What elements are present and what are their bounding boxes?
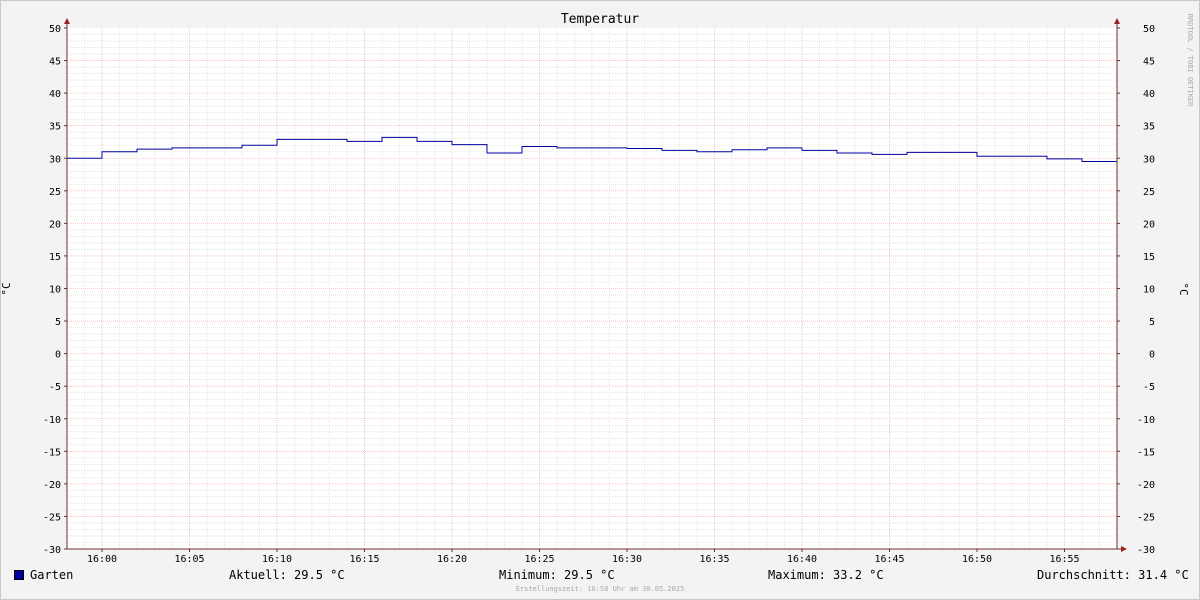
y-tick-label-right: -30: [1137, 545, 1155, 556]
y-tick-label-left: 50: [49, 24, 61, 35]
y-tick-label-left: 25: [49, 187, 61, 198]
y-tick-label-right: 30: [1143, 154, 1155, 165]
y-tick-label-right: 0: [1149, 350, 1155, 361]
y-tick-label-left: -30: [43, 545, 61, 556]
x-tick-label: 16:00: [87, 554, 117, 565]
x-tick-label: 16:10: [262, 554, 292, 565]
y-tick-label-right: 15: [1143, 252, 1155, 263]
temperature-chart: -30-25-20-15-10-505101520253035404550 -3…: [0, 12, 1194, 565]
y-tick-label-left: 35: [49, 122, 61, 133]
legend-maximum: Maximum: 33.2 °C: [768, 568, 884, 582]
x-tick-label: 16:15: [349, 554, 379, 565]
chart-title: Temperatur: [561, 12, 639, 27]
legend-average: Durchschnitt: 31.4 °C: [1037, 568, 1189, 582]
y-tick-label-right: 40: [1143, 89, 1155, 100]
legend-minimum: Minimum: 29.5 °C: [499, 568, 615, 582]
x-axis-ticks: 16:00 16:05 16:10 16:15 16:20 16:25 16:30 16:35…: [87, 549, 1080, 565]
y-tick-label-left: 30: [49, 154, 61, 165]
x-tick-label: 16:35: [699, 554, 729, 565]
y-tick-label-left: 5: [55, 317, 61, 328]
x-tick-label: 16:40: [787, 554, 817, 565]
y-tick-label-left: -5: [49, 382, 61, 393]
x-tick-label: 16:45: [874, 554, 904, 565]
legend-current: Aktuell: 29.5 °C: [229, 568, 345, 582]
y-tick-label-right: 50: [1143, 24, 1155, 35]
y-tick-label-left: 0: [55, 350, 61, 361]
y-tick-label-right: 25: [1143, 187, 1155, 198]
y-axis-left-ticks: -30 -25 -20 -15 -10 -5 0 5 10 15 20 25 30 35 40 45 50: [43, 24, 67, 556]
creation-time: Erstellungszeit: 16:58 Uhr am 30.05.2025: [515, 585, 685, 593]
y-tick-label-right: -20: [1137, 480, 1155, 491]
y-tick-label-left: 45: [49, 57, 61, 68]
legend-series-name: Garten: [30, 568, 74, 582]
y-axis-right-arrow: [1114, 18, 1120, 24]
x-tick-label: 16:30: [612, 554, 642, 565]
x-tick-label: 16:55: [1049, 554, 1079, 565]
y-tick-label-right: -25: [1137, 512, 1155, 523]
y-tick-label-right: 35: [1143, 122, 1155, 133]
rrdtool-watermark: RRDTOOL / TOBI OETIKER: [1186, 14, 1194, 108]
y-axis-left-arrow: [64, 18, 70, 24]
y-tick-label-right: 5: [1149, 317, 1155, 328]
legend-swatch-garten: [14, 570, 24, 580]
x-axis-arrow: [1121, 546, 1127, 552]
y-tick-label-left: -10: [43, 415, 61, 426]
x-tick-label: 16:20: [437, 554, 467, 565]
y-tick-label-right: 20: [1143, 219, 1155, 230]
y-tick-label-right: 10: [1143, 285, 1155, 296]
y-axis-label-right: °C: [1177, 282, 1190, 295]
y-tick-label-left: -20: [43, 480, 61, 491]
y-tick-label-left: 15: [49, 252, 61, 263]
y-axis-right-ticks: -30 -25 -20 -15 -10 -5 0 5 10 15 20 25 30 35 40 45 50: [1117, 24, 1155, 556]
y-axis-label-left: °C: [0, 282, 13, 295]
y-tick-label-left: -15: [43, 447, 61, 458]
x-tick-label: 16:50: [962, 554, 992, 565]
y-tick-label-left: 40: [49, 89, 61, 100]
x-tick-label: 16:25: [524, 554, 554, 565]
y-tick-label-right: -15: [1137, 447, 1155, 458]
y-tick-label-right: 45: [1143, 57, 1155, 68]
y-tick-label-right: -5: [1143, 382, 1155, 393]
y-tick-label-right: -10: [1137, 415, 1155, 426]
x-tick-label: 16:05: [174, 554, 204, 565]
y-tick-label-left: -25: [43, 512, 61, 523]
y-tick-label-left: 20: [49, 219, 61, 230]
y-tick-label-left: 10: [49, 285, 61, 296]
